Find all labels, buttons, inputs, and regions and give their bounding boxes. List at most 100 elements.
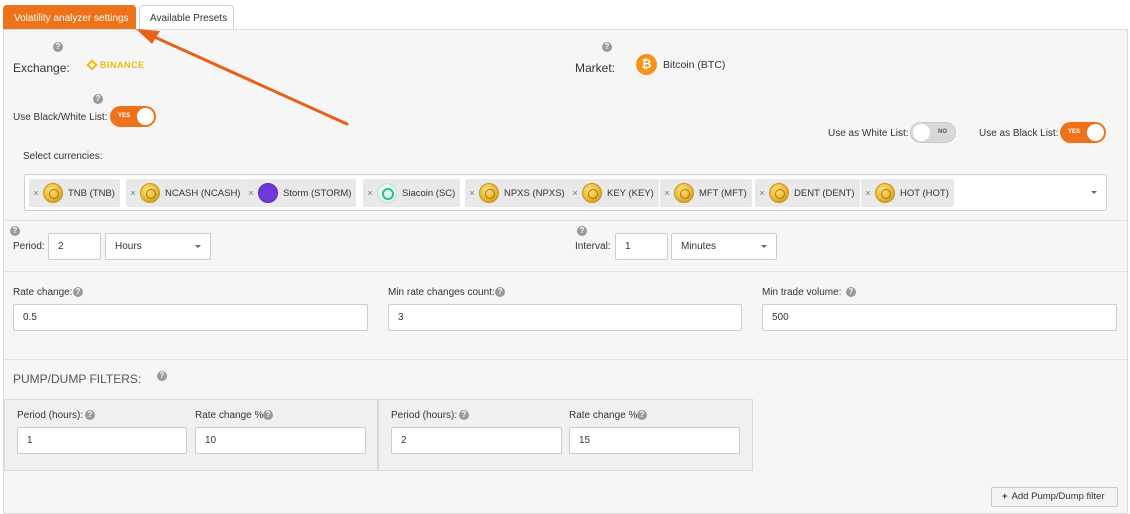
- storm-icon: [258, 183, 278, 203]
- black-list-label: Use as Black List:: [979, 128, 1059, 139]
- pump-dump-filter-2: Period (hours): ? 2 Rate change %: ? 15: [378, 399, 753, 471]
- toggle-knob: [1087, 124, 1104, 141]
- period-label: Period:: [13, 241, 45, 252]
- currency-chip-mft: × MFT (MFT): [660, 179, 752, 207]
- rate-change-help-icon[interactable]: ?: [73, 287, 83, 297]
- pump-dump-help-icon[interactable]: ?: [157, 371, 167, 381]
- filter-period-label: Period (hours):: [391, 410, 458, 421]
- currency-name: Storm (STORM): [283, 187, 352, 199]
- add-button-label: Add Pump/Dump filter: [1011, 491, 1105, 502]
- toggle-knob: [913, 124, 930, 141]
- coin-icon: [875, 183, 895, 203]
- currency-chip-hot: × HOT (HOT): [861, 179, 954, 207]
- bw-list-label: Use Black/White List:: [13, 112, 108, 123]
- bw-list-toggle-text: YES: [118, 113, 131, 119]
- filter-rate-input[interactable]: 15: [569, 427, 740, 454]
- interval-unit-select[interactable]: Minutes: [671, 233, 777, 260]
- binance-diamond-icon: [86, 59, 98, 71]
- min-trade-volume-input[interactable]: 500: [762, 304, 1117, 331]
- interval-help-icon[interactable]: ?: [577, 226, 587, 236]
- remove-icon[interactable]: ×: [29, 188, 43, 198]
- min-trade-volume-help-icon[interactable]: ?: [846, 287, 856, 297]
- toggle-knob: [137, 108, 154, 125]
- siacoin-icon: [377, 183, 397, 203]
- white-list-toggle-text: NO: [938, 129, 947, 135]
- filter-rate-help-icon[interactable]: ?: [263, 410, 273, 420]
- filter-rate-label: Rate change %:: [569, 410, 641, 421]
- binance-logo: BINANCE: [86, 59, 145, 71]
- remove-icon[interactable]: ×: [755, 188, 769, 198]
- period-help-icon[interactable]: ?: [10, 226, 20, 236]
- currency-name: Siacoin (SC): [402, 187, 456, 199]
- currency-name: NPXS (NPXS): [504, 187, 565, 199]
- rate-change-label: Rate change:: [13, 287, 73, 298]
- period-input[interactable]: 2: [48, 233, 101, 260]
- remove-icon[interactable]: ×: [126, 188, 140, 198]
- currency-chip-ncash: × NCASH (NCASH): [126, 179, 246, 207]
- black-list-toggle-text: YES: [1068, 129, 1081, 135]
- min-rate-changes-input[interactable]: 3: [388, 304, 742, 331]
- tab-available-presets[interactable]: Available Presets: [139, 5, 234, 30]
- currency-chip-npxs: × NPXS (NPXS): [465, 179, 570, 207]
- filter-rate-help-icon[interactable]: ?: [637, 410, 647, 420]
- coin-icon: [674, 183, 694, 203]
- currencies-multiselect[interactable]: × TNB (TNB) × NCASH (NCASH) × Storm (STO…: [24, 174, 1107, 211]
- white-list-toggle[interactable]: NO: [910, 122, 956, 143]
- pump-dump-filter-1: Period (hours): ? 1 Rate change %: ? 10: [4, 399, 378, 471]
- remove-icon[interactable]: ×: [861, 188, 875, 198]
- coin-icon: [769, 183, 789, 203]
- rate-change-input[interactable]: 0.5: [13, 304, 368, 331]
- market-label: Market:: [575, 61, 616, 75]
- plus-icon: +: [1002, 491, 1008, 502]
- remove-icon[interactable]: ×: [363, 188, 377, 198]
- section-divider: [4, 359, 1127, 360]
- currency-name: NCASH (NCASH): [165, 187, 241, 199]
- currency-chip-siacoin: × Siacoin (SC): [363, 179, 461, 207]
- currency-name: TNB (TNB): [68, 187, 115, 199]
- remove-icon[interactable]: ×: [568, 188, 582, 198]
- period-unit-value: Hours: [115, 241, 142, 252]
- min-rate-changes-help-icon[interactable]: ?: [495, 287, 505, 297]
- market-value: Bitcoin (BTC): [663, 59, 726, 71]
- coin-icon: [140, 183, 160, 203]
- chevron-down-icon: [195, 245, 201, 248]
- section-divider: [4, 271, 1127, 272]
- bw-list-toggle[interactable]: YES: [110, 106, 156, 127]
- chevron-down-icon[interactable]: [1091, 191, 1097, 194]
- black-list-toggle[interactable]: YES: [1060, 122, 1106, 143]
- select-currencies-label: Select currencies:: [23, 151, 103, 162]
- settings-panel: ? Exchange: BINANCE ? Market: ₿ Bitcoin …: [3, 29, 1128, 514]
- white-list-label: Use as White List:: [828, 128, 909, 139]
- filter-rate-input[interactable]: 10: [195, 427, 366, 454]
- currency-name: HOT (HOT): [900, 187, 949, 199]
- currency-chip-key: × KEY (KEY): [568, 179, 659, 207]
- coin-icon: [43, 183, 63, 203]
- filter-period-input[interactable]: 1: [17, 427, 187, 454]
- remove-icon[interactable]: ×: [660, 188, 674, 198]
- section-divider: [4, 220, 1127, 221]
- currency-name: MFT (MFT): [699, 187, 747, 199]
- pump-dump-title: PUMP/DUMP FILTERS:: [13, 372, 142, 386]
- filter-period-input[interactable]: 2: [391, 427, 562, 454]
- filter-period-help-icon[interactable]: ?: [85, 410, 95, 420]
- interval-input[interactable]: 1: [615, 233, 668, 260]
- market-help-icon[interactable]: ?: [602, 42, 612, 52]
- min-trade-volume-label: Min trade volume:: [762, 287, 842, 298]
- filter-period-help-icon[interactable]: ?: [459, 410, 469, 420]
- exchange-label: Exchange:: [13, 61, 70, 75]
- tab-volatility-analyzer-settings[interactable]: Volatility analyzer settings: [3, 5, 136, 30]
- remove-icon[interactable]: ×: [465, 188, 479, 198]
- bw-list-help-icon[interactable]: ?: [93, 94, 103, 104]
- add-pump-dump-filter-button[interactable]: + Add Pump/Dump filter: [991, 487, 1118, 507]
- currency-chip-tnb: × TNB (TNB): [29, 179, 120, 207]
- currency-chip-storm: × Storm (STORM): [244, 179, 357, 207]
- period-unit-select[interactable]: Hours: [105, 233, 211, 260]
- coin-icon: [479, 183, 499, 203]
- remove-icon[interactable]: ×: [244, 188, 258, 198]
- interval-unit-value: Minutes: [681, 241, 717, 252]
- coin-icon: [582, 183, 602, 203]
- chevron-down-icon: [761, 245, 767, 248]
- bitcoin-icon: ₿: [636, 54, 657, 75]
- exchange-help-icon[interactable]: ?: [53, 42, 63, 52]
- binance-logo-text: BINANCE: [100, 60, 145, 70]
